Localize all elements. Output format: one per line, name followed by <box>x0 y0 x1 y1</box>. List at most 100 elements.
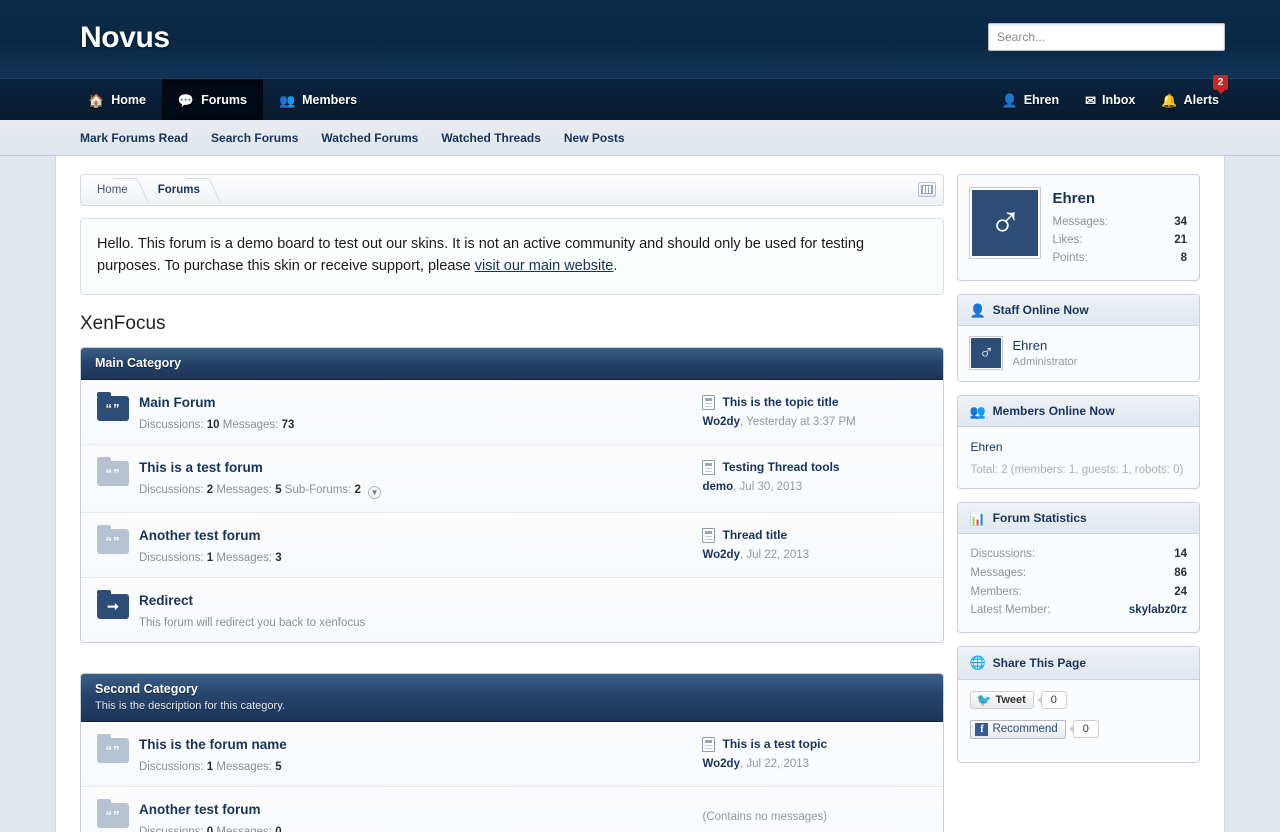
nav-tab-forums[interactable]: 💬 Forums <box>161 79 263 121</box>
stat-value: 73 <box>281 418 295 431</box>
forums-icon: 💬 <box>177 92 195 108</box>
category-header[interactable]: Main Category <box>81 347 944 380</box>
chevron-down-icon[interactable]: ▼ <box>368 485 382 499</box>
nav-tab-home[interactable]: 🏠 Home <box>72 79 162 121</box>
breadcrumb-forums[interactable]: Forums <box>142 174 214 206</box>
last-post-title-link[interactable]: Testing Thread tools <box>722 460 839 474</box>
last-post-meta: Wo2dy, Jul 22, 2013 <box>702 548 810 561</box>
visitor-stat-row: Likes: 21 <box>1052 232 1187 250</box>
forum-row-redirect[interactable]: ➞ Redirect This forum will redirect you … <box>81 577 944 642</box>
forum-statistics-block: 📊 Forum Statistics Discussions: 14 Messa… <box>957 502 1200 633</box>
main-navigation: 🏠 Home 💬 Forums 👥 Members 👤 Ehren ✉ Inbo… <box>0 75 1280 121</box>
forum-unread-icon: “” <box>97 391 129 421</box>
last-post-author[interactable]: Wo2dy <box>702 416 740 428</box>
forum-row[interactable]: “” This is a test forum Discussions: 2 M… <box>81 444 944 513</box>
bell-icon: 🔔 <box>1161 92 1178 108</box>
twitter-bird-icon: 🐦 <box>976 692 992 707</box>
forum-stats: Discussions: 1 Messages: 3 <box>139 552 692 564</box>
last-post: (Contains no messages) <box>702 801 927 823</box>
subnav-search-forums[interactable]: Search Forums <box>211 131 298 145</box>
forum-row[interactable]: “” Another test forum Discussions: 0 Mes… <box>81 786 944 832</box>
inbox-icon: ✉ <box>1085 92 1097 108</box>
stat-label: Messages: <box>216 483 272 496</box>
staff-online-header: 👤 Staff Online Now <box>958 295 1199 327</box>
last-post: Testing Thread tools demo, Jul 30, 2013 <box>702 459 927 493</box>
subnav-watched-threads[interactable]: Watched Threads <box>441 131 541 145</box>
site-logo[interactable]: Novus <box>80 21 170 55</box>
statistic-row: Latest Member: skylabz0rz <box>970 601 1187 620</box>
forum-title-link[interactable]: This is the forum name <box>139 737 287 752</box>
forum-title-link[interactable]: This is a test forum <box>139 460 263 475</box>
statistic-value: 24 <box>1174 585 1187 598</box>
avatar[interactable]: ♂ <box>970 337 1003 370</box>
bar-chart-icon: 📊 <box>969 510 986 526</box>
last-post-date: Jul 22, 2013 <box>746 548 810 561</box>
statistic-value: 86 <box>1174 567 1187 580</box>
breadcrumb-grid-toggle-button[interactable] <box>918 182 937 197</box>
visitor-stat-label: Likes: <box>1052 233 1083 246</box>
staff-online-title: Staff Online Now <box>992 303 1089 318</box>
stat-value: 1 <box>206 760 214 773</box>
search-input[interactable] <box>988 23 1225 51</box>
forum-title-link[interactable]: Another test forum <box>139 802 261 817</box>
nav-user-ehren[interactable]: 👤 Ehren <box>989 79 1073 121</box>
visitor-username[interactable]: Ehren <box>1052 190 1187 207</box>
last-post-title-link[interactable]: This is a test topic <box>722 737 827 751</box>
nav-alerts[interactable]: 🔔 Alerts 2 <box>1148 75 1232 121</box>
notice-link[interactable]: visit our main website <box>475 258 614 274</box>
avatar[interactable]: ♂ <box>970 188 1041 258</box>
members-online-block: 👥 Members Online Now Ehren Total: 2 (mem… <box>957 395 1200 490</box>
last-post-meta: Wo2dy, Jul 22, 2013 <box>702 757 810 770</box>
last-post-author[interactable]: Wo2dy <box>702 549 740 561</box>
visitor-stat-value: 34 <box>1174 216 1187 228</box>
staff-member-row[interactable]: ♂ Ehren Administrator <box>970 337 1187 370</box>
subnav-new-posts[interactable]: New Posts <box>564 131 625 145</box>
statistic-row: Members: 24 <box>970 583 1187 602</box>
nav-primary-tabs: 🏠 Home 💬 Forums 👥 Members <box>72 79 373 121</box>
forum-stats: Discussions: 1 Messages: 5 <box>139 761 692 773</box>
breadcrumb-home[interactable]: Home <box>81 174 142 206</box>
staff-member-name[interactable]: Ehren <box>1012 338 1077 353</box>
forum-icon-wrap: “” <box>97 456 139 486</box>
subnav-watched-forums[interactable]: Watched Forums <box>321 131 418 145</box>
forum-row[interactable]: “” Another test forum Discussions: 1 Mes… <box>81 512 944 578</box>
nav-tab-members[interactable]: 👥 Members <box>263 79 373 121</box>
forum-title-link[interactable]: Redirect <box>139 593 193 608</box>
forum-subnavigation: Mark Forums Read Search Forums Watched F… <box>0 120 1280 156</box>
grid-icon <box>921 185 934 194</box>
last-post: This is the topic title Wo2dy, Yesterday… <box>702 394 927 428</box>
last-post-title-link[interactable]: This is the topic title <box>722 395 838 409</box>
forum-title-link[interactable]: Another test forum <box>139 528 261 543</box>
online-total-text: Total: 2 (members: 1, guests: 1, robots:… <box>970 464 1184 477</box>
subnav-mark-forums-read[interactable]: Mark Forums Read <box>80 131 188 145</box>
tweet-button-label: Tweet <box>995 693 1026 706</box>
nav-inbox[interactable]: ✉ Inbox <box>1072 79 1148 121</box>
last-post-date: Yesterday at 3:37 PM <box>746 415 856 428</box>
last-post-author[interactable]: demo <box>702 481 733 493</box>
nav-account-links: 👤 Ehren ✉ Inbox 🔔 Alerts 2 <box>989 75 1233 121</box>
last-post: This is a test topic Wo2dy, Jul 22, 2013 <box>702 736 927 770</box>
facebook-recommend-button[interactable]: f Recommend <box>970 719 1066 739</box>
last-post-meta: Wo2dy, Yesterday at 3:37 PM <box>702 415 856 428</box>
forum-row[interactable]: “” Main Forum Discussions: 10 Messages: … <box>81 379 944 445</box>
category-header[interactable]: Second Category This is the description … <box>81 673 944 722</box>
visitor-stat-row: Points: 8 <box>1052 250 1187 268</box>
page-title: XenFocus <box>80 312 166 334</box>
category-title: Main Category <box>95 355 182 370</box>
forum-row[interactable]: “” This is the forum name Discussions: 1… <box>81 721 944 787</box>
tweet-button[interactable]: 🐦 Tweet <box>970 690 1034 709</box>
members-group-icon: 👥 <box>969 403 986 419</box>
forum-title-link[interactable]: Main Forum <box>139 395 216 410</box>
latest-member-link[interactable]: skylabz0rz <box>1129 601 1187 620</box>
last-post-title-link[interactable]: Thread title <box>722 528 787 542</box>
category-main-category: Main Category “” Main Forum Discussions:… <box>80 346 945 643</box>
last-post-author[interactable]: Wo2dy <box>702 758 740 770</box>
male-symbol-icon: ♂ <box>978 342 994 365</box>
online-member-name[interactable]: Ehren <box>970 440 1002 454</box>
share-page-header: 🌐 Share This Page <box>958 646 1199 680</box>
stat-label: Messages: <box>216 551 272 564</box>
site-header: Novus <box>0 0 1280 78</box>
share-page-title: Share This Page <box>992 655 1087 670</box>
male-symbol-icon: ♂ <box>988 198 1022 247</box>
alerts-count-badge: 2 <box>1213 75 1228 94</box>
